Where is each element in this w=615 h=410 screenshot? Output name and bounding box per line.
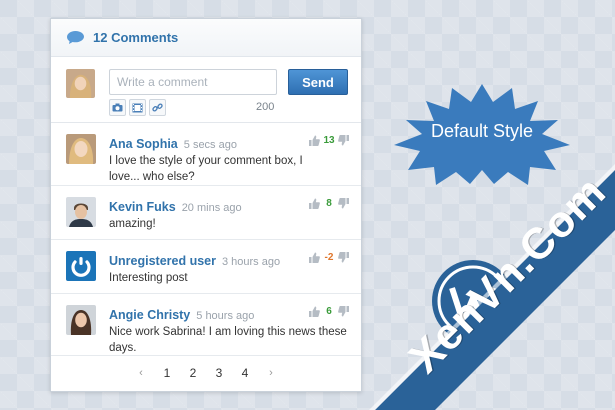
comment-meta: Kevin Fuks 20 mins ago [109, 198, 242, 216]
comment-bubble-icon [67, 31, 84, 44]
vote-score: 8 [326, 198, 332, 209]
page-link[interactable]: 3 [206, 366, 232, 380]
comment-author[interactable]: Angie Christy [109, 308, 190, 322]
comment-time: 5 hours ago [196, 310, 255, 322]
comment-author[interactable]: Ana Sophia [109, 137, 178, 151]
comment-author[interactable]: Unregistered user [109, 254, 216, 268]
thumbs-up-icon[interactable] [309, 306, 320, 317]
vote-box: 6 [309, 306, 349, 317]
page-link[interactable]: 1 [154, 366, 180, 380]
comment-meta: Ana Sophia 5 secs ago [109, 135, 237, 153]
default-avatar [66, 251, 96, 281]
vote-score: 6 [326, 306, 332, 317]
comment-meta: Angie Christy 5 hours ago [109, 306, 254, 324]
link-icon[interactable] [149, 99, 166, 116]
avatar [66, 197, 96, 227]
thumbs-up-icon[interactable] [309, 198, 320, 209]
comment-item: Unregistered user 3 hours ago Interesting… [51, 240, 361, 294]
comment-time: 20 mins ago [181, 202, 242, 214]
camera-icon[interactable] [109, 99, 126, 116]
video-icon[interactable] [129, 99, 146, 116]
send-button[interactable]: Send [288, 69, 348, 95]
thumbs-up-icon[interactable] [309, 135, 320, 146]
thumbs-down-icon[interactable] [338, 252, 349, 263]
vote-box: 8 [309, 198, 349, 209]
comment-item: Ana Sophia 5 secs ago I love the style of… [51, 123, 361, 186]
attachment-toolbar [109, 99, 166, 116]
comment-item: Angie Christy 5 hours ago Nice work Sabri… [51, 294, 361, 356]
page-link[interactable]: 2 [180, 366, 206, 380]
avatar [66, 134, 96, 164]
comment-input[interactable] [109, 69, 277, 95]
next-page-button[interactable]: › [258, 367, 284, 379]
thumbs-down-icon[interactable] [338, 198, 349, 209]
thumbs-down-icon[interactable] [338, 306, 349, 317]
comment-text: Interesting post [109, 272, 188, 284]
vote-box: -2 [309, 252, 349, 263]
comment-meta: Unregistered user 3 hours ago [109, 252, 280, 270]
comment-compose: Send 200 [51, 57, 361, 123]
comments-widget: 12 Comments Send 200 [50, 18, 362, 392]
vote-score: 13 [323, 135, 335, 146]
prev-page-button[interactable]: ‹ [128, 367, 154, 379]
comment-text: Nice work Sabrina! I am loving this news… [109, 326, 347, 354]
comment-text: amazing! [109, 218, 156, 230]
comment-count-title: 12 Comments [93, 30, 179, 45]
character-counter: 200 [256, 101, 275, 113]
badge-label: Default Style [430, 121, 534, 141]
comment-time: 5 secs ago [183, 139, 237, 151]
avatar [66, 305, 96, 335]
vote-score: -2 [324, 252, 334, 263]
pagination: ‹ 1 2 3 4 › [51, 355, 361, 391]
thumbs-down-icon[interactable] [338, 135, 349, 146]
current-user-avatar [66, 69, 95, 98]
widget-header: 12 Comments [51, 19, 361, 57]
comment-time: 3 hours ago [221, 256, 281, 268]
page-link[interactable]: 4 [232, 366, 258, 380]
comment-author[interactable]: Kevin Fuks [109, 200, 176, 214]
thumbs-up-icon[interactable] [309, 252, 320, 263]
vote-box: 13 [309, 135, 349, 146]
comment-item: Kevin Fuks 20 mins ago amazing! 8 [51, 186, 361, 240]
comment-text: I love the style of your comment box, I … [109, 155, 303, 183]
